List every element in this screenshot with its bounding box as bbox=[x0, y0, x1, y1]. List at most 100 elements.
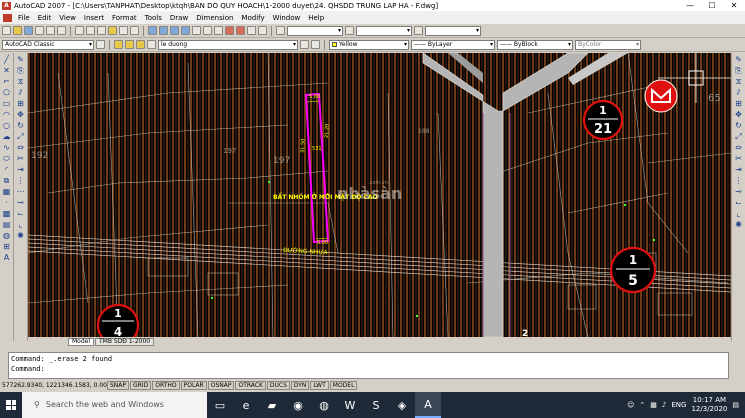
design-center-icon[interactable] bbox=[203, 26, 212, 35]
drawing-canvas[interactable]: 5.00 31.50 21.20 531 5.00 BẤT NHÓM Ở MỚI… bbox=[28, 53, 731, 337]
autocad-task-icon[interactable]: A bbox=[415, 392, 441, 418]
paste-icon[interactable] bbox=[97, 26, 106, 35]
clock[interactable]: 10:17 AM 12/3/2020 bbox=[691, 396, 727, 414]
table-style-icon[interactable] bbox=[414, 26, 423, 35]
zoom-window-icon[interactable] bbox=[170, 26, 179, 35]
polyline-icon[interactable]: ⌐ bbox=[2, 78, 11, 86]
help-icon[interactable] bbox=[258, 26, 267, 35]
gradient-icon[interactable]: ▤ bbox=[2, 221, 11, 229]
polygon-icon[interactable]: ⬠ bbox=[2, 89, 11, 97]
menu-file[interactable]: File bbox=[14, 14, 34, 22]
start-button[interactable] bbox=[0, 392, 22, 418]
layer-freeze-icon[interactable] bbox=[136, 40, 145, 49]
cut-icon[interactable] bbox=[75, 26, 84, 35]
break-at-point-icon[interactable]: ⋮ bbox=[16, 177, 25, 185]
network-icon[interactable]: ▦ bbox=[650, 401, 657, 409]
maximize-button[interactable]: ☐ bbox=[701, 0, 723, 11]
workspace-settings-icon[interactable] bbox=[96, 40, 105, 49]
layer-dropdown[interactable]: le duong bbox=[158, 39, 298, 50]
lwt-toggle[interactable]: LWT bbox=[310, 381, 329, 390]
text-style-icon[interactable] bbox=[276, 26, 285, 35]
fillet-icon[interactable]: ⌞ bbox=[16, 221, 25, 229]
menu-window[interactable]: Window bbox=[269, 14, 305, 22]
rotate-icon[interactable]: ↻ bbox=[734, 122, 743, 130]
make-block-icon[interactable]: ▦ bbox=[2, 188, 11, 196]
lineweight-dropdown[interactable]: —— ByBlock bbox=[497, 39, 573, 50]
quickcalc-icon[interactable] bbox=[247, 26, 256, 35]
move-icon[interactable]: ✥ bbox=[16, 111, 25, 119]
table-icon[interactable]: ⊞ bbox=[2, 243, 11, 251]
sheet-set-icon[interactable] bbox=[225, 26, 234, 35]
chrome-icon[interactable]: ◉ bbox=[285, 392, 311, 418]
point-icon[interactable]: · bbox=[2, 199, 11, 207]
match-properties-icon[interactable] bbox=[108, 26, 117, 35]
copy-object-icon[interactable]: ⎘ bbox=[16, 67, 25, 75]
stretch-icon[interactable]: ⇔ bbox=[734, 144, 743, 152]
workspace-dropdown[interactable]: AutoCAD Classic bbox=[2, 39, 94, 50]
array-icon[interactable]: ⊞ bbox=[16, 100, 25, 108]
model-toggle[interactable]: MODEL bbox=[329, 381, 358, 390]
trim-icon[interactable]: ✂ bbox=[734, 155, 743, 163]
pan-icon[interactable] bbox=[148, 26, 157, 35]
extend-icon[interactable]: ⇥ bbox=[16, 166, 25, 174]
undo-icon[interactable] bbox=[119, 26, 128, 35]
preview-icon[interactable] bbox=[46, 26, 55, 35]
tool-palettes-icon[interactable] bbox=[214, 26, 223, 35]
command-prompt[interactable]: Command: bbox=[11, 364, 726, 374]
menu-modify[interactable]: Modify bbox=[237, 14, 268, 22]
dim-style-icon[interactable] bbox=[345, 26, 354, 35]
layer-lock-icon[interactable] bbox=[147, 40, 156, 49]
color-dropdown[interactable]: Yellow bbox=[329, 39, 409, 50]
menu-tools[interactable]: Tools bbox=[141, 14, 166, 22]
polar-toggle[interactable]: POLAR bbox=[180, 381, 207, 390]
scale-icon[interactable]: ⤢ bbox=[734, 133, 743, 141]
spline-icon[interactable]: ∿ bbox=[2, 144, 11, 152]
tab-layout[interactable]: TMB SDĐ 1-2000 bbox=[95, 337, 155, 346]
markup-icon[interactable] bbox=[236, 26, 245, 35]
file-explorer-icon[interactable]: ▰ bbox=[259, 392, 285, 418]
hatch-icon[interactable]: ▩ bbox=[2, 210, 11, 218]
array-icon[interactable]: ⊞ bbox=[734, 100, 743, 108]
join-icon[interactable]: ⊸ bbox=[734, 188, 743, 196]
menu-insert[interactable]: Insert bbox=[80, 14, 108, 22]
ortho-toggle[interactable]: ORTHO bbox=[152, 381, 180, 390]
properties-icon[interactable] bbox=[192, 26, 201, 35]
language-indicator[interactable]: ENG bbox=[671, 401, 686, 409]
osnap-toggle[interactable]: OSNAP bbox=[207, 381, 235, 390]
print-icon[interactable] bbox=[35, 26, 44, 35]
word-icon[interactable]: W bbox=[337, 392, 363, 418]
table-style-dropdown[interactable] bbox=[425, 25, 481, 36]
break-icon[interactable]: ⋮ bbox=[734, 177, 743, 185]
otrack-toggle[interactable]: OTRACK bbox=[235, 381, 266, 390]
show-hidden-icons[interactable]: ⌃ bbox=[639, 401, 645, 409]
explode-icon[interactable]: ✺ bbox=[16, 232, 25, 240]
autocad-app-icon[interactable]: A bbox=[2, 1, 11, 10]
break-icon[interactable]: ⋯ bbox=[16, 188, 25, 196]
erase-icon[interactable]: ✎ bbox=[16, 56, 25, 64]
new-icon[interactable] bbox=[2, 26, 11, 35]
move-icon[interactable]: ✥ bbox=[734, 111, 743, 119]
make-current-layer-icon[interactable] bbox=[300, 40, 309, 49]
teamviewer-icon[interactable]: ◈ bbox=[389, 392, 415, 418]
snap-toggle[interactable]: SNAP bbox=[107, 381, 130, 390]
copy-icon[interactable] bbox=[86, 26, 95, 35]
line-icon[interactable]: ╱ bbox=[2, 56, 11, 64]
ellipse-icon[interactable]: ⬭ bbox=[2, 155, 11, 163]
redo-icon[interactable] bbox=[130, 26, 139, 35]
people-icon[interactable]: ☺ bbox=[627, 401, 634, 409]
fillet-icon[interactable]: ⌞ bbox=[734, 210, 743, 218]
skype-icon[interactable]: S bbox=[363, 392, 389, 418]
rotate-icon[interactable]: ↻ bbox=[16, 122, 25, 130]
circle-icon[interactable]: ○ bbox=[2, 122, 11, 130]
publish-icon[interactable] bbox=[57, 26, 66, 35]
region-icon[interactable]: ◍ bbox=[2, 232, 11, 240]
ellipse-arc-icon[interactable]: ◜ bbox=[2, 166, 11, 174]
linetype-dropdown[interactable]: —— ByLayer bbox=[411, 39, 495, 50]
layer-on-icon[interactable] bbox=[125, 40, 134, 49]
copy-object-icon[interactable]: ⎘ bbox=[734, 67, 743, 75]
zalo-icon[interactable]: ◍ bbox=[311, 392, 337, 418]
construction-line-icon[interactable]: ✕ bbox=[2, 67, 11, 75]
close-button[interactable]: ✕ bbox=[723, 0, 745, 11]
minimize-button[interactable]: — bbox=[679, 0, 701, 11]
command-window[interactable]: Command: _.erase 2 found Command: bbox=[8, 352, 729, 379]
